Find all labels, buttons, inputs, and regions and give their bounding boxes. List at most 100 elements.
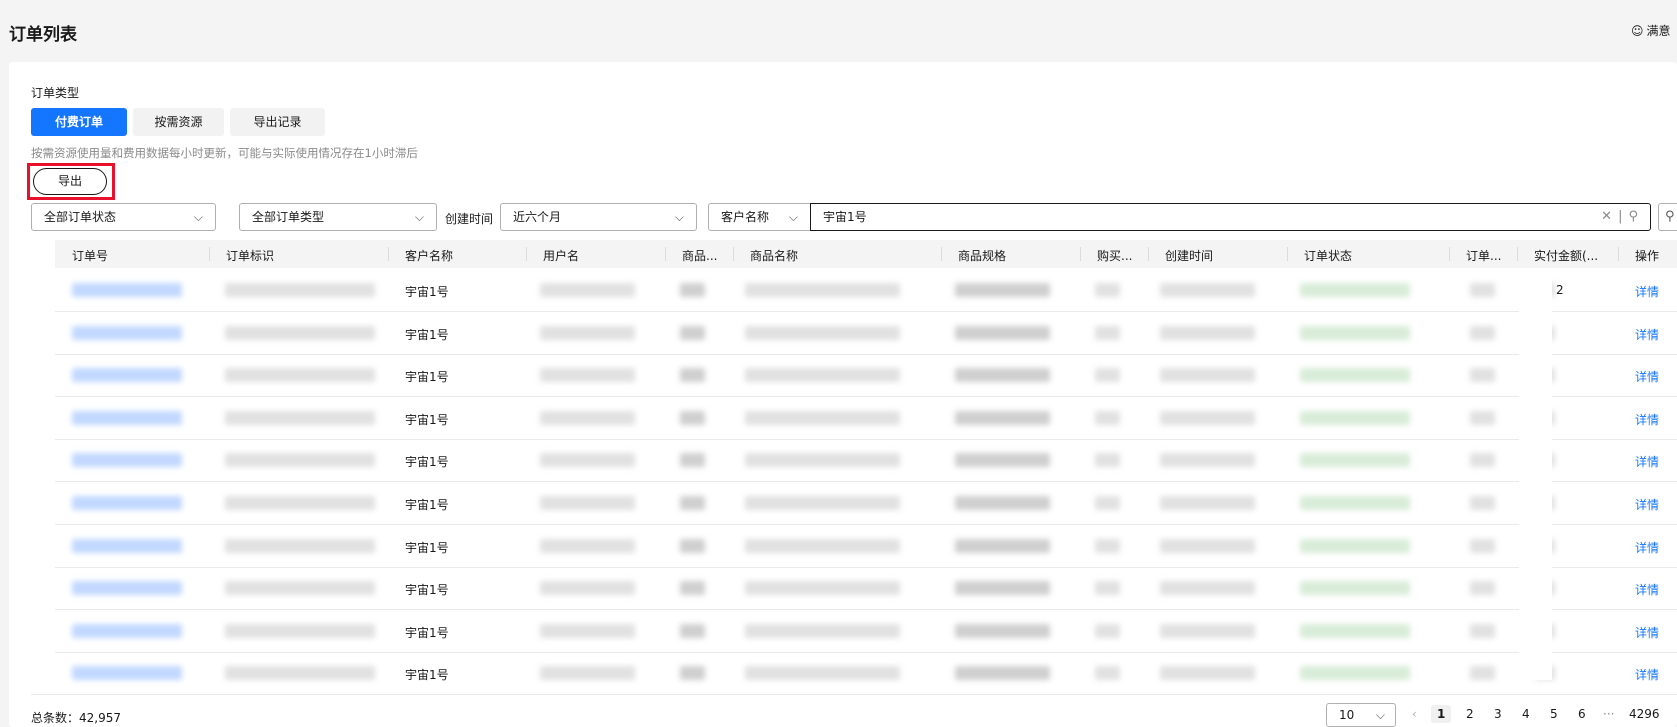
tab-paid-orders[interactable]: 付费订单 (31, 108, 127, 136)
table-row: 宇宙1号 详情 (31, 440, 1677, 483)
redacted-cell (72, 410, 182, 425)
search-icon[interactable]: ⚲ (1628, 209, 1638, 224)
col-action: 操作 (1635, 249, 1660, 263)
order-status-select[interactable]: 全部订单状态 ⌵ (31, 203, 216, 231)
redacted-cell (1470, 325, 1495, 340)
redacted-cell (225, 623, 375, 638)
redacted-cell (540, 581, 635, 596)
col-spec: 商品规格 (958, 249, 1007, 263)
detail-link[interactable]: 详情 (1635, 496, 1659, 513)
redacted-cell (1095, 581, 1120, 596)
page-ellipsis[interactable]: ··· (1603, 707, 1614, 721)
page-3-button[interactable]: 3 (1494, 707, 1502, 721)
table-row: 宇宙1号 详情 (31, 568, 1677, 611)
redacted-cell (225, 496, 375, 510)
page-4-button[interactable]: 4 (1522, 707, 1530, 721)
redacted-cell (680, 666, 705, 681)
order-kind-select[interactable]: 全部订单类型 ⌵ (239, 203, 437, 231)
redacted-cell (225, 666, 375, 681)
detail-link[interactable]: 详情 (1635, 411, 1659, 428)
redacted-cell (1160, 368, 1255, 383)
redacted-cell (680, 496, 705, 510)
redacted-cell (1300, 581, 1410, 596)
redacted-cell (955, 325, 1050, 340)
detail-link[interactable]: 详情 (1635, 283, 1659, 300)
redacted-cell (1160, 410, 1255, 425)
page-size-select[interactable]: 10 ⌵ (1326, 703, 1396, 727)
search-field-select[interactable]: 客户名称 ⌵ (708, 203, 811, 231)
redacted-cell (955, 581, 1050, 596)
redacted-cell (1095, 368, 1120, 383)
redacted-cell (1300, 666, 1410, 681)
tab-export-records[interactable]: 导出记录 (230, 108, 325, 136)
redacted-cell (745, 453, 900, 468)
detail-link[interactable]: 详情 (1635, 453, 1659, 470)
redacted-cell (1095, 496, 1120, 510)
created-range-select[interactable]: 近六个月 ⌵ (500, 203, 697, 231)
advanced-search-button[interactable]: ⚲ (1658, 203, 1677, 231)
redacted-cell (680, 581, 705, 596)
redacted-cell (540, 325, 635, 340)
chevron-down-icon: ⌵ (674, 210, 684, 224)
customer-name-cell: 宇宙1号 (405, 498, 449, 512)
page-last-button[interactable]: 4296 (1629, 707, 1660, 721)
table-row: 宇宙1号 详情 (31, 611, 1677, 653)
redaction-block (55, 268, 383, 270)
redacted-cell (1470, 581, 1495, 596)
redacted-cell (540, 623, 635, 638)
update-note: 按需资源使用量和费用数据每小时更新，可能与实际使用情况存在1小时滞后 (31, 146, 418, 160)
redacted-cell (1160, 453, 1255, 468)
feedback-button[interactable]: ☺ 满意 (1631, 22, 1671, 39)
redacted-cell (225, 581, 375, 596)
redacted-cell (72, 496, 182, 510)
col-product-name: 商品名称 (750, 249, 799, 263)
redacted-cell (745, 410, 900, 425)
table-row: 宇宙1号 详情 (31, 313, 1677, 355)
redacted-cell (540, 538, 635, 553)
customer-name-cell: 宇宙1号 (405, 327, 449, 342)
page-title: 订单列表 (9, 25, 77, 45)
detail-link[interactable]: 详情 (1635, 368, 1659, 385)
redacted-cell (225, 325, 375, 340)
detail-link[interactable]: 详情 (1635, 666, 1659, 683)
col-separator (1287, 247, 1288, 261)
detail-link[interactable]: 详情 (1635, 539, 1659, 556)
redacted-cell (1095, 283, 1120, 297)
redacted-cell (1160, 623, 1255, 638)
table-header: 订单号 订单标识 客户名称 用户名 商品... 商品名称 商品规格 购买... … (31, 240, 1677, 268)
redacted-cell (72, 283, 182, 297)
redaction-block (31, 240, 55, 680)
redacted-cell (680, 623, 705, 638)
col-separator (1148, 247, 1149, 261)
page-5-button[interactable]: 5 (1550, 707, 1558, 721)
search-field-value: 客户名称 (721, 210, 770, 224)
col-separator (733, 247, 734, 261)
redacted-cell (1095, 410, 1120, 425)
redacted-cell (1160, 538, 1255, 553)
page-6-button[interactable]: 6 (1578, 707, 1586, 721)
redacted-cell (1470, 666, 1495, 681)
redacted-cell (1095, 623, 1120, 638)
export-button[interactable]: 导出 (33, 168, 107, 195)
col-separator (1449, 247, 1450, 261)
tab-on-demand[interactable]: 按需资源 (133, 108, 224, 136)
page-2-button[interactable]: 2 (1466, 707, 1474, 721)
page-header: 订单列表 ☺ 满意 (0, 0, 1677, 62)
clear-icon[interactable]: ✕ (1601, 209, 1612, 224)
redacted-cell (1470, 410, 1495, 425)
detail-link[interactable]: 详情 (1635, 624, 1659, 641)
detail-link[interactable]: 详情 (1635, 581, 1659, 598)
redacted-cell (1160, 666, 1255, 681)
search-input[interactable]: 宇宙1号 ✕ | ⚲ (810, 203, 1651, 231)
detail-link[interactable]: 详情 (1635, 326, 1659, 343)
prev-page-button[interactable]: ‹ (1412, 707, 1417, 721)
search-input-value: 宇宙1号 (823, 210, 867, 224)
col-purchase: 购买... (1097, 249, 1133, 263)
redacted-cell (745, 581, 900, 596)
redacted-cell (72, 453, 182, 468)
table-row: 宇宙1号 详情 (31, 526, 1677, 568)
redacted-cell (1095, 325, 1120, 340)
redacted-cell (72, 538, 182, 553)
redacted-cell (225, 538, 375, 553)
page-1-button[interactable]: 1 (1431, 705, 1452, 723)
